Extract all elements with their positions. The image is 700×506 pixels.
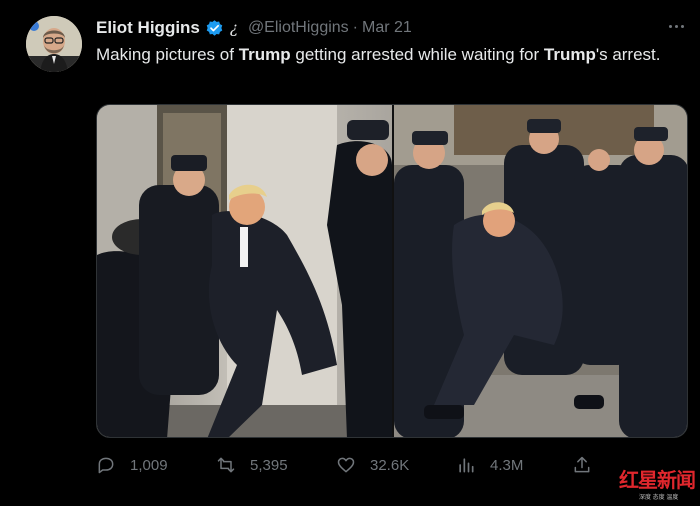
tweet-text-segment: Making pictures of [96, 45, 239, 64]
reply-icon [98, 457, 114, 474]
watermark-logo: 红星新闻 深度 态度 温度 [617, 464, 699, 504]
views-count: 4.3M [490, 456, 524, 474]
reply-count: 1,009 [130, 456, 168, 474]
tweet-text-bold-segment: Trump [238, 45, 291, 64]
watermark-title: 红星新闻 [619, 468, 696, 492]
affiliation-icon[interactable]: ¿ [230, 19, 238, 37]
separator-dot: · [352, 19, 358, 36]
verified-badge-icon [205, 19, 224, 38]
tweet-text-bold-segment: Trump [543, 45, 596, 64]
share-button[interactable] [572, 452, 606, 478]
tweet-text-segment: 's arrest. [595, 45, 661, 64]
views-icon [459, 458, 474, 473]
user-handle[interactable]: @EliotHiggins [248, 19, 349, 37]
retweet-button[interactable]: 5,395 [216, 452, 288, 478]
media-image-right[interactable] [394, 105, 687, 437]
tweet-date[interactable]: Mar 21 [362, 19, 412, 37]
tweet-text: Making pictures of Trump getting arreste… [96, 44, 686, 66]
retweet-count: 5,395 [250, 456, 288, 474]
display-name[interactable]: Eliot Higgins [96, 18, 200, 38]
avatar[interactable] [26, 16, 82, 72]
like-button[interactable]: 32.6K [336, 452, 409, 478]
reply-button[interactable]: 1,009 [96, 452, 168, 478]
heart-icon [337, 457, 355, 473]
share-icon [574, 456, 590, 473]
tweet-header: Eliot Higgins ¿ @EliotHiggins · Mar 21 [96, 17, 412, 39]
avatar-image [26, 16, 82, 72]
action-bar: 1,009 5,395 32.6K 4.3M [96, 452, 596, 478]
more-options-icon[interactable] [664, 16, 688, 36]
tweet: Eliot Higgins ¿ @EliotHiggins · Mar 21 M… [0, 0, 700, 506]
views-button[interactable]: 4.3M [456, 452, 523, 478]
watermark-subtitle: 深度 态度 温度 [639, 495, 679, 501]
tweet-text-segment: getting arrested while waiting for [290, 45, 544, 64]
media-grid [96, 104, 688, 438]
like-count: 32.6K [370, 456, 410, 474]
retweet-icon [217, 457, 235, 473]
media-image-left[interactable] [97, 105, 392, 437]
